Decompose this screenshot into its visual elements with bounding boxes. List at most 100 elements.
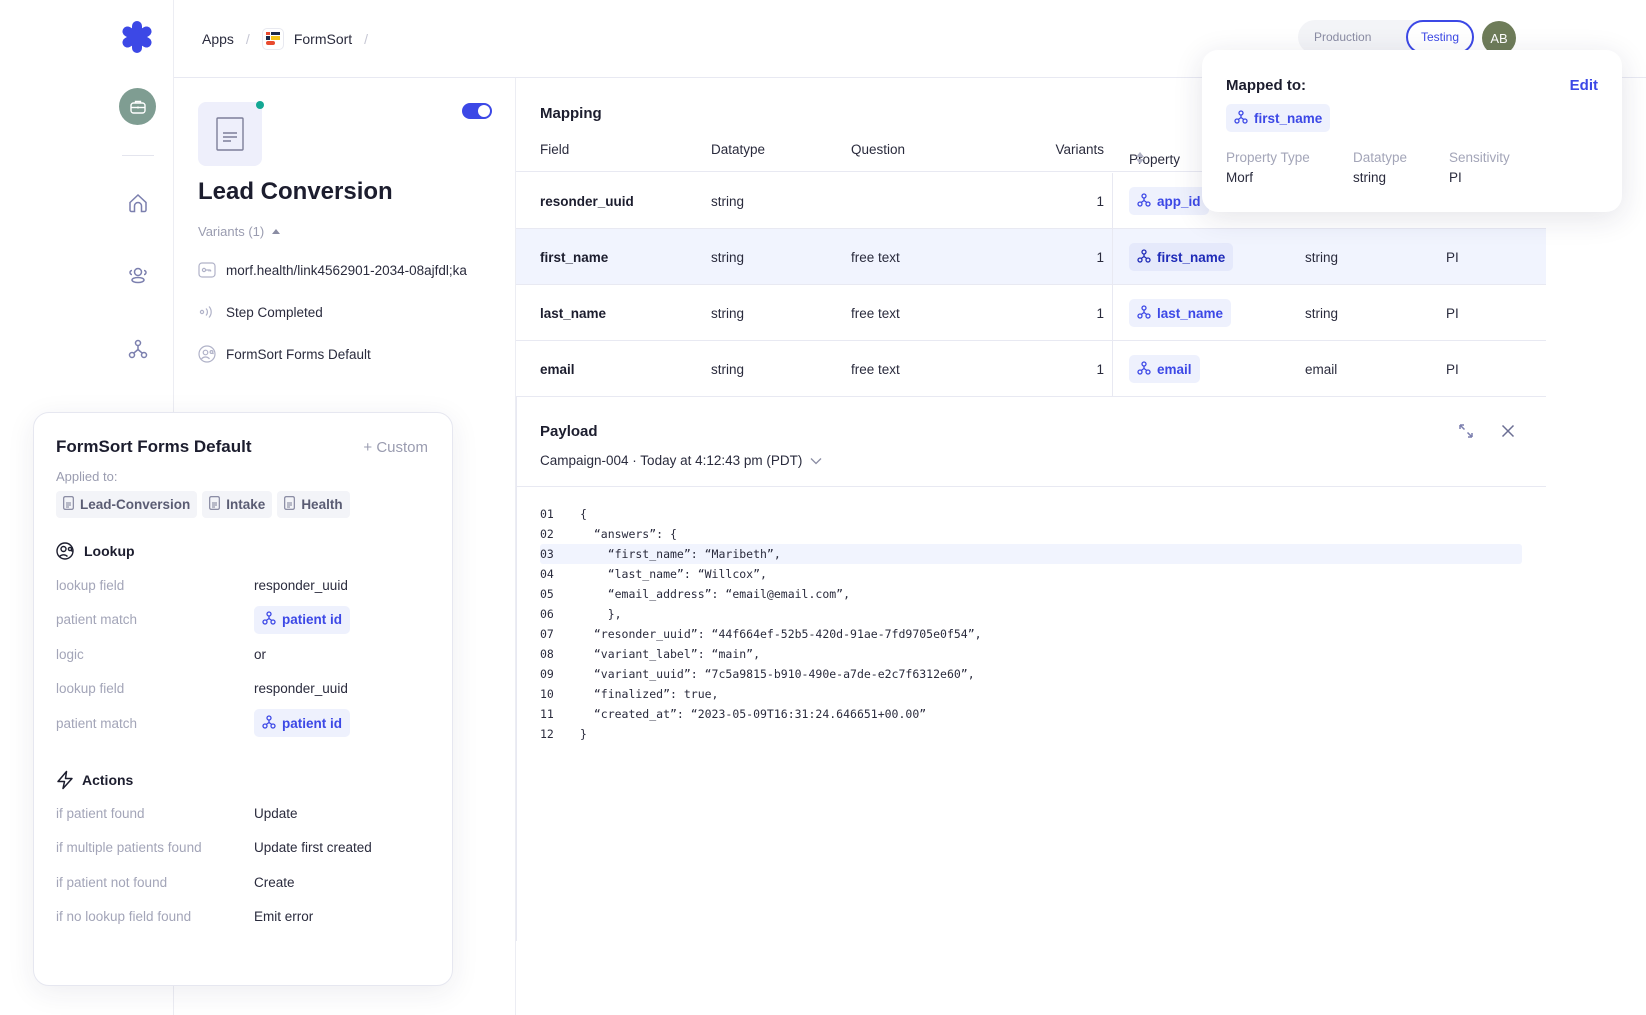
code-line: 12} — [540, 724, 1522, 744]
line-number: 03 — [540, 547, 554, 561]
payload-code: 01 {02 “answers”: { 03 “first_name”: “Mari… — [540, 504, 1522, 744]
action-row: if no lookup field found Emit error — [56, 903, 426, 931]
line-text: }, — [580, 607, 622, 621]
line-number: 01 — [540, 507, 554, 521]
ruleset-link[interactable]: FormSort Forms Default — [226, 347, 371, 362]
form-link[interactable]: morf.health/link4562901-2034-08ajfdl;ka — [226, 263, 467, 278]
lookup-row: patient match patient id — [56, 605, 426, 634]
line-text: “resonder_uuid”: “44f664ef-52b5-420d-91a… — [580, 627, 982, 641]
line-text: } — [580, 727, 587, 741]
patient-match-tag[interactable]: patient id — [254, 709, 350, 737]
cell-field: resonder_uuid — [540, 193, 634, 209]
expand-icon[interactable] — [1456, 421, 1476, 441]
payload-event-select[interactable]: Campaign-004 · Today at 4:12:43 pm (PDT) — [540, 453, 822, 468]
line-text: “finalized”: true, — [580, 687, 719, 701]
cell-field: first_name — [540, 249, 609, 265]
home-icon[interactable] — [126, 191, 150, 215]
cell-property[interactable]: app_id — [1129, 173, 1209, 229]
property-label: email — [1157, 361, 1192, 377]
line-text: “variant_uuid”: “7c5a9815-b910-490e-a7de… — [580, 667, 975, 681]
breadcrumb-apps[interactable]: Apps — [202, 31, 234, 47]
code-line: 04 “last_name”: “Willcox”, — [540, 564, 1522, 584]
popover-property-tag[interactable]: first_name — [1226, 104, 1331, 132]
line-text: “first_name”: “Maribeth”, — [580, 547, 781, 561]
form-icon — [284, 496, 296, 513]
applied-form-chip[interactable]: Health — [277, 491, 350, 518]
line-number: 08 — [540, 647, 554, 661]
lookup-key: patient match — [56, 612, 138, 627]
property-icon — [262, 611, 276, 628]
code-line: 01 { — [540, 504, 1522, 524]
variants-label: Variants (1) — [198, 224, 265, 239]
payload-title: Payload — [540, 423, 598, 440]
mapping-title: Mapping — [540, 105, 602, 122]
lookup-row: lookup field responder_uuid — [56, 675, 426, 703]
morf-logo-icon[interactable] — [120, 20, 154, 54]
popover-property-label: first_name — [1254, 110, 1323, 126]
workspace-briefcase-icon[interactable] — [119, 88, 156, 125]
cell-property[interactable]: email — [1129, 341, 1200, 397]
cell-datatype: string — [711, 305, 745, 321]
breadcrumb-separator: / — [245, 31, 250, 47]
integrations-icon[interactable] — [126, 337, 150, 361]
line-number: 06 — [540, 607, 554, 621]
tag-label: patient id — [282, 612, 342, 627]
table-row[interactable]: first_name string free text 1 first_name… — [516, 229, 1546, 285]
cell-property[interactable]: last_name — [1129, 285, 1232, 341]
breadcrumb-separator: / — [364, 31, 369, 47]
line-number: 02 — [540, 527, 554, 541]
col-datatype: Datatype — [711, 142, 766, 157]
breadcrumb-app-label: FormSort — [293, 31, 353, 47]
variants-toggle[interactable]: Variants (1) — [198, 224, 281, 239]
edit-button[interactable]: Edit — [1570, 77, 1598, 94]
env-production[interactable]: Production — [1298, 20, 1387, 54]
patients-icon[interactable] — [126, 263, 150, 287]
cell-property[interactable]: first_name — [1129, 229, 1234, 285]
form-icon — [209, 496, 221, 513]
cell-datatype: string — [711, 193, 745, 209]
code-line: 07 “resonder_uuid”: “44f664ef-52b5-420d-… — [540, 624, 1522, 644]
applied-to-label: Applied to: — [56, 469, 118, 484]
cell-property-datatype: email — [1305, 361, 1338, 377]
sort-icon — [1136, 152, 1144, 164]
cell-variants: 1 — [1096, 305, 1104, 321]
lookup-value: responder_uuid — [254, 681, 348, 696]
chevron-down-icon — [810, 457, 822, 464]
table-row[interactable]: email string free text 1 email email PI — [516, 341, 1546, 397]
cell-datatype: string — [711, 361, 745, 377]
property-icon — [1234, 109, 1248, 127]
mapped-to-popover: Mapped to: Edit first_name Property Type… — [1202, 50, 1622, 212]
breadcrumb-app[interactable]: FormSort — [261, 28, 353, 50]
cell-sensitivity: PI — [1446, 249, 1459, 265]
env-testing[interactable]: Testing — [1405, 20, 1474, 54]
custom-button[interactable]: + Custom — [363, 439, 428, 456]
property-label: first_name — [1157, 249, 1226, 265]
code-line: 10 “finalized”: true, — [540, 684, 1522, 704]
patient-match-tag[interactable]: patient id — [254, 605, 350, 634]
applied-form-chip[interactable]: Lead-Conversion — [56, 491, 198, 518]
cell-variants: 1 — [1096, 193, 1104, 209]
close-icon[interactable] — [1498, 421, 1518, 441]
popover-detail: Datatype string — [1353, 150, 1449, 185]
cell-question: free text — [851, 361, 900, 377]
line-number: 07 — [540, 627, 554, 641]
cell-variants: 1 — [1096, 361, 1104, 377]
lookup-heading: Lookup — [56, 541, 135, 561]
form-enabled-toggle[interactable] — [462, 103, 492, 119]
col-question: Question — [851, 142, 906, 157]
property-icon — [1137, 360, 1151, 378]
chip-label: Intake — [226, 497, 266, 512]
applied-form-chip[interactable]: Intake — [202, 491, 273, 518]
trigger-label: Step Completed — [226, 304, 323, 320]
lookup-key: lookup field — [56, 681, 125, 696]
line-text: { — [580, 507, 587, 521]
action-condition: if patient not found — [56, 874, 168, 890]
code-line: 06 }, — [540, 604, 1522, 624]
code-line: 02 “answers”: { — [540, 524, 1522, 544]
payload-actions — [1456, 421, 1518, 441]
environment-switch: Production Testing — [1298, 20, 1474, 54]
user-lookup-icon — [56, 542, 74, 560]
form-document-icon — [198, 102, 262, 166]
table-row[interactable]: last_name string free text 1 last_name s… — [516, 285, 1546, 341]
lookup-key: lookup field — [56, 577, 125, 593]
